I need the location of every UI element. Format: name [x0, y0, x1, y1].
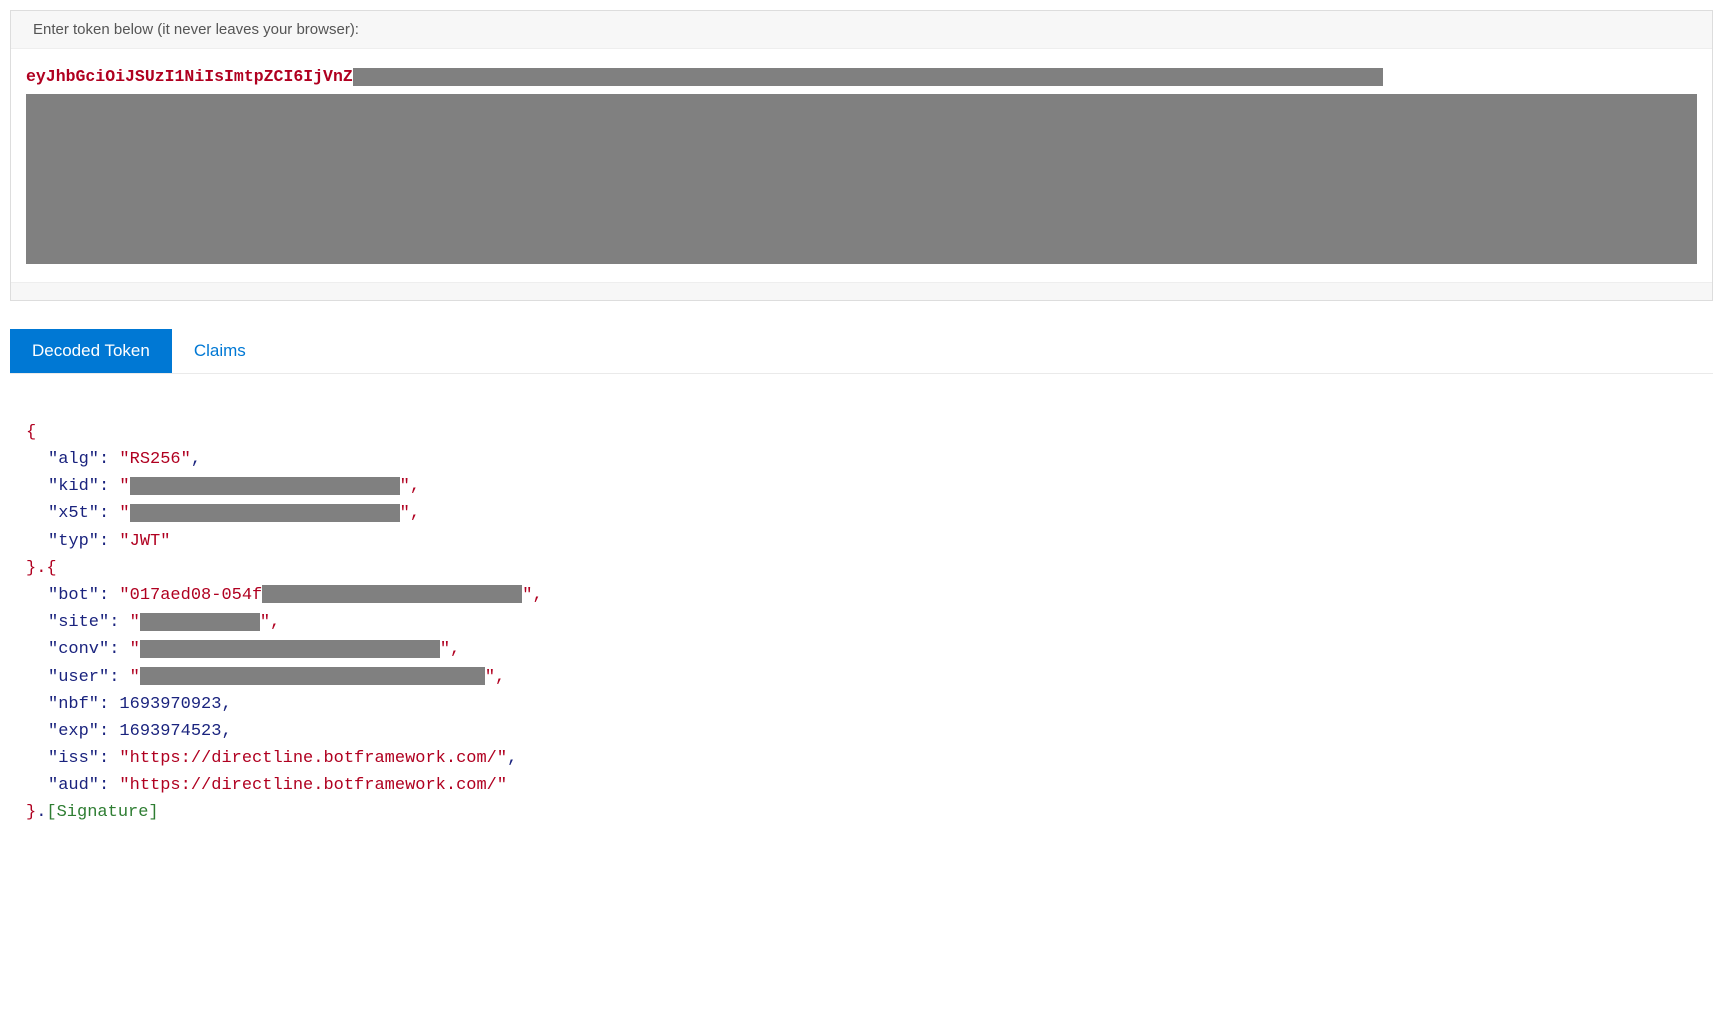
header-alg-val: "RS256": [119, 450, 190, 469]
redacted-block: [130, 504, 400, 522]
redacted-block: [26, 94, 1697, 264]
payload-nbf-key: "nbf": [48, 695, 99, 714]
token-input-label: Enter token below (it never leaves your …: [11, 11, 1712, 49]
token-input[interactable]: eyJhbGciOiJSUzI1NiIsImtpZCI6IjVnZ: [11, 49, 1712, 282]
payload-iss-val: "https://directline.botframework.com/": [119, 749, 507, 768]
redacted-block: [140, 613, 260, 631]
payload-bot-key: "bot": [48, 586, 99, 605]
tab-decoded-token[interactable]: Decoded Token: [10, 329, 172, 373]
tabs: Decoded Token Claims: [10, 329, 1713, 374]
redacted-block: [353, 68, 1383, 86]
payload-iss-key: "iss": [48, 749, 99, 768]
brace-open: {: [26, 423, 36, 442]
payload-conv-key: "conv": [48, 640, 109, 659]
redacted-block: [130, 477, 400, 495]
token-input-panel: Enter token below (it never leaves your …: [10, 10, 1713, 301]
header-kid-key: "kid": [48, 477, 99, 496]
payload-nbf-val: 1693970923: [119, 695, 221, 714]
header-typ-key: "typ": [48, 532, 99, 551]
token-visible-prefix: eyJhbGciOiJSUzI1NiIsImtpZCI6IjVnZ: [26, 67, 353, 86]
header-alg-key: "alg": [48, 450, 99, 469]
payload-exp-val: 1693974523: [119, 722, 221, 741]
redacted-block: [140, 667, 485, 685]
redacted-block: [140, 640, 440, 658]
payload-exp-key: "exp": [48, 722, 99, 741]
tab-claims[interactable]: Claims: [172, 329, 268, 373]
payload-aud-val: "https://directline.botframework.com/": [119, 776, 507, 795]
panel-footer: [11, 282, 1712, 300]
payload-aud-key: "aud": [48, 776, 99, 795]
brace-close-open: }.{: [26, 559, 57, 578]
redacted-block: [262, 585, 522, 603]
payload-bot-val-prefix: "017aed08-054f: [119, 586, 262, 605]
header-typ-val: "JWT": [119, 532, 170, 551]
payload-user-key: "user": [48, 668, 109, 687]
signature-placeholder: [Signature]: [46, 803, 158, 822]
decoded-token-content: { "alg": "RS256", "kid": "", "x5t": "", …: [10, 374, 1713, 845]
header-x5t-key: "x5t": [48, 504, 99, 523]
payload-site-key: "site": [48, 613, 109, 632]
